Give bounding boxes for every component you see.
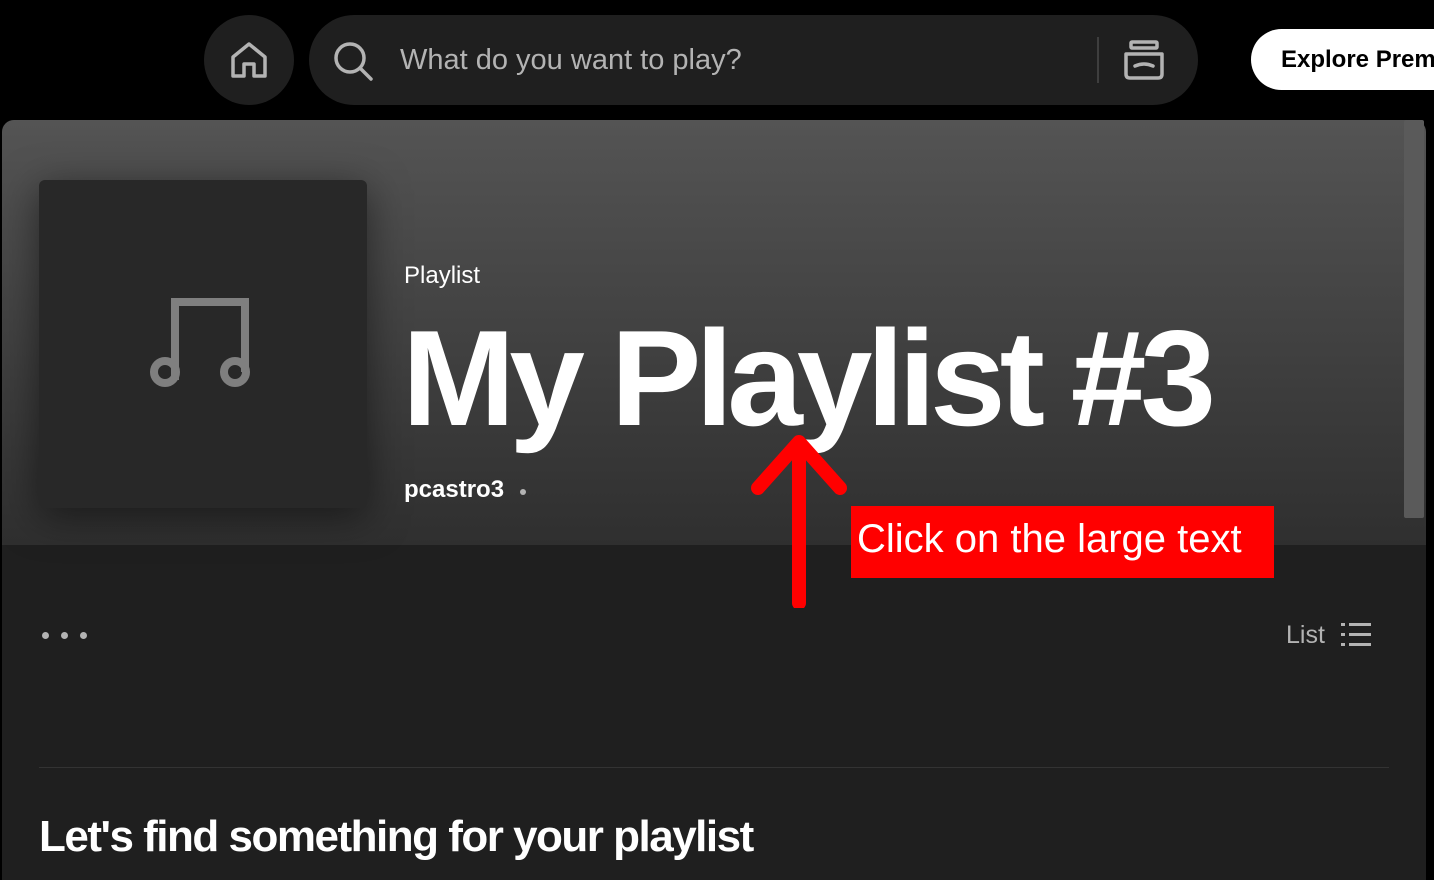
playlist-header: Playlist My Playlist #3 pcastro3 <box>2 120 1426 545</box>
annotation-arrow <box>751 435 847 608</box>
search-bar[interactable]: What do you want to play? <box>309 15 1198 105</box>
recommendations-title: Let's find something for your playlist <box>39 812 754 861</box>
home-button[interactable] <box>204 15 294 105</box>
view-label: List <box>1286 620 1325 649</box>
section-divider <box>39 767 1389 768</box>
browse-icon[interactable] <box>1121 37 1167 83</box>
separator-dot <box>520 489 526 495</box>
playlist-owner-link[interactable]: pcastro3 <box>404 476 504 504</box>
annotation-label: Click on the large text <box>851 506 1274 578</box>
playlist-type-label: Playlist <box>404 262 481 289</box>
music-note-icon <box>150 298 250 387</box>
more-dots-icon <box>42 631 49 639</box>
list-icon <box>1340 623 1371 646</box>
scrollbar-thumb[interactable] <box>1404 120 1424 518</box>
search-divider <box>1097 37 1099 83</box>
more-dots-icon <box>61 631 68 639</box>
top-bar: What do you want to play? Explore Premiu… <box>0 0 1434 120</box>
more-dots-icon <box>80 631 87 639</box>
search-icon[interactable] <box>331 39 375 83</box>
view-toggle-button[interactable]: List <box>1286 617 1371 653</box>
scrollbar-track <box>1426 120 1434 869</box>
playlist-cover[interactable] <box>39 180 367 508</box>
explore-premium-button[interactable]: Explore Premium <box>1251 29 1434 90</box>
home-icon <box>231 42 267 78</box>
more-options-button[interactable] <box>42 620 102 650</box>
main-content: Playlist My Playlist #3 pcastro3 List Le… <box>2 120 1426 880</box>
search-input[interactable]: What do you want to play? <box>400 15 742 105</box>
